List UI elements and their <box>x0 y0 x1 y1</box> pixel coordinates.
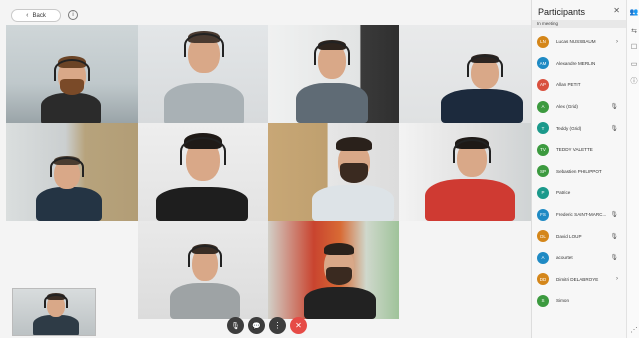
video-tile[interactable] <box>138 221 268 319</box>
video-tile[interactable] <box>399 25 531 123</box>
close-icon[interactable]: ✕ <box>613 6 620 15</box>
close-icon: ✕ <box>295 321 302 330</box>
participant-row[interactable]: AM Alexandre MERLIN <box>532 53 627 75</box>
back-button[interactable]: ‹ Back <box>11 9 61 22</box>
panel-title: Participants <box>538 7 586 17</box>
info-icon[interactable]: i <box>68 10 78 20</box>
chevron-right-icon: › <box>616 276 618 283</box>
video-tile[interactable] <box>138 25 268 123</box>
more-options-button[interactable]: ⋮ <box>269 317 286 334</box>
chat-icon[interactable]: ☐ <box>630 43 638 51</box>
chevron-left-icon: ‹ <box>26 12 29 19</box>
info-icon[interactable]: ⓘ <box>630 77 638 85</box>
participant-row[interactable]: LN Lucas NUSSBAUM › <box>532 31 627 53</box>
participant-name: Patrice <box>556 190 571 196</box>
mic-icon: 🎙 <box>231 322 240 330</box>
avatar: FS <box>537 208 549 221</box>
video-tile[interactable] <box>268 123 399 221</box>
video-tile[interactable] <box>6 25 138 123</box>
chat-button[interactable]: 💬 <box>248 317 265 334</box>
top-bar: ‹ Back i <box>0 0 531 24</box>
participant-name: Simon <box>556 298 570 304</box>
avatar: AP <box>537 78 549 91</box>
participant-row[interactable]: SP Sebastien PHILIPPOT <box>532 161 627 183</box>
participant-row[interactable]: TV TEDDY VALETTE <box>532 139 627 161</box>
avatar: DD <box>537 273 549 286</box>
avatar: T <box>537 122 549 135</box>
participant-name: TEDDY VALETTE <box>556 147 593 153</box>
avatar: P <box>537 186 549 199</box>
participant-name: acourtet <box>556 255 573 261</box>
participant-row[interactable]: A Alex (Grid) 🎙 <box>532 96 627 118</box>
avatar: A <box>537 251 549 264</box>
video-tile[interactable] <box>138 123 268 221</box>
participant-row[interactable]: P Patrice <box>532 182 627 204</box>
call-controls: 🎙 💬 ⋮ ✕ <box>227 317 307 334</box>
people-icon[interactable]: 👥 <box>630 8 639 16</box>
avatar: LN <box>537 35 549 48</box>
participant-name: Allan PETIT <box>556 82 581 88</box>
mic-icon: 🎙 <box>610 233 618 240</box>
participant-name: Alexandre MERLIN <box>556 60 596 66</box>
avatar: TV <box>537 143 549 156</box>
avatar: SP <box>537 165 549 178</box>
video-tile[interactable] <box>268 221 399 319</box>
self-view-video[interactable] <box>12 288 96 336</box>
mic-icon: 🎙 <box>610 104 618 111</box>
chevron-right-icon: › <box>616 38 618 45</box>
meeting-window: ‹ Back i 🎙 💬 ⋮ ✕ Participants ✕ In meeti… <box>0 0 639 338</box>
options-icon[interactable]: ⇆ <box>630 27 638 35</box>
participants-list: LN Lucas NUSSBAUM › AM Alexandre MERLIN AP All… <box>532 31 627 312</box>
participant-name: Frederic SAINT-MARC... <box>556 212 607 218</box>
mic-icon: 🎙 <box>610 212 618 219</box>
video-tile[interactable] <box>268 25 399 123</box>
back-label: Back <box>32 12 46 19</box>
video-tile[interactable] <box>6 123 138 221</box>
mic-icon: 🎙 <box>610 125 618 132</box>
video-tile[interactable] <box>399 123 531 221</box>
section-header: In meeting <box>532 20 627 28</box>
present-icon[interactable]: ▭ <box>630 60 638 68</box>
participant-row[interactable]: Aacourtet 🎙 <box>532 247 627 269</box>
participant-row[interactable]: DL David LOUP 🎙 <box>532 225 627 247</box>
avatar: S <box>537 294 549 307</box>
avatar: AM <box>537 57 549 70</box>
participant-name: Lucas NUSSBAUM <box>556 39 596 45</box>
video-grid <box>6 25 531 319</box>
participant-row[interactable]: AP Allan PETIT <box>532 74 627 96</box>
participant-name: Sebastien PHILIPPOT <box>556 168 602 174</box>
participant-name: David LOUP <box>556 233 582 239</box>
signal-icon: ⋰ <box>630 327 638 334</box>
participant-name: Alex (Grid) <box>556 104 578 110</box>
mic-icon: 🎙 <box>610 255 618 262</box>
right-rail: 👥 ⇆ ☐ ▭ ⓘ ⋰ <box>626 0 639 338</box>
participant-row[interactable]: S Simon <box>532 290 627 312</box>
mic-button[interactable]: 🎙 <box>227 317 244 334</box>
participants-panel: Participants ✕ In meeting LN Lucas NUSSBA… <box>531 0 627 338</box>
avatar: DL <box>537 230 549 243</box>
participant-row[interactable]: FS Frederic SAINT-MARC... 🎙 <box>532 204 627 226</box>
chat-icon: 💬 <box>252 322 261 330</box>
more-icon: ⋮ <box>273 321 282 330</box>
participant-name: Dimitri DELABROYE <box>556 276 599 282</box>
hang-up-button[interactable]: ✕ <box>290 317 307 334</box>
participant-row[interactable]: T Teddy (Grid) 🎙 <box>532 117 627 139</box>
participant-name: Teddy (Grid) <box>556 125 582 131</box>
avatar: A <box>537 100 549 113</box>
participant-row[interactable]: DD Dimitri DELABROYE › <box>532 269 627 291</box>
